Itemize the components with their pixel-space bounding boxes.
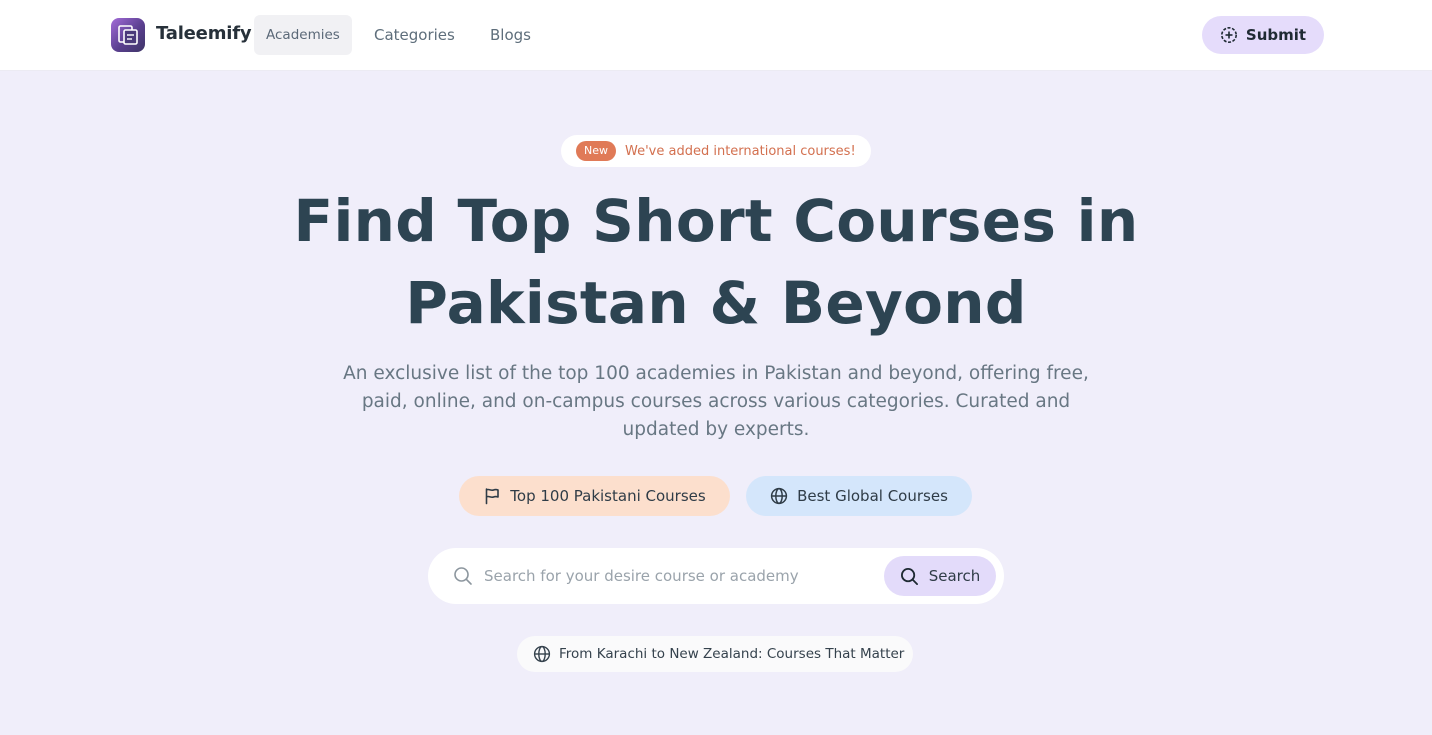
best-global-courses-button[interactable]: Best Global Courses [746,476,972,516]
brand-logo[interactable] [111,18,145,52]
hero-title: Find Top Short Courses in Pakistan & Bey… [266,180,1166,344]
hero-subtitle-line-1: An exclusive list of the top 100 academi… [343,363,1089,384]
search-icon [900,567,919,586]
best-global-courses-label: Best Global Courses [797,487,948,505]
flag-icon [483,487,501,505]
submit-label: Submit [1245,26,1307,44]
hero-subtitle-line-2: paid, online, and on-campus courses acro… [361,391,1071,412]
top-navbar: Taleemify Academies Categories Blogs Sub… [0,0,1432,71]
plus-circle-icon [1220,26,1238,44]
search-button-label: Search [928,567,981,585]
hero-title-line-2: Pakistan & Beyond [405,269,1027,337]
nav-blogs[interactable]: Blogs [478,15,543,55]
announcement-text: We've added international courses! [625,143,856,159]
announcement-pill[interactable]: New We've added international courses! [561,135,871,167]
search-input[interactable] [484,562,804,590]
submit-button[interactable]: Submit [1202,16,1324,54]
hero-subtitle-line-3: updated by experts. [622,419,810,440]
search-bar: Search [428,548,1004,604]
top-pakistani-courses-label: Top 100 Pakistani Courses [510,487,706,505]
tagline-text: From Karachi to New Zealand: Courses Tha… [559,646,905,662]
search-button[interactable]: Search [884,556,996,596]
top-pakistani-courses-button[interactable]: Top 100 Pakistani Courses [459,476,730,516]
tagline-pill[interactable]: From Karachi to New Zealand: Courses Tha… [517,636,913,672]
nav-academies[interactable]: Academies [254,15,352,55]
new-badge: New [576,141,616,161]
globe-icon [533,645,551,663]
brand-name[interactable]: Taleemify [156,23,252,44]
book-pages-icon [118,25,138,45]
search-icon [453,566,473,586]
hero-title-line-1: Find Top Short Courses in [293,187,1139,255]
hero-subtitle: An exclusive list of the top 100 academi… [336,360,1096,444]
nav-categories[interactable]: Categories [362,15,467,55]
globe-icon [770,487,788,505]
